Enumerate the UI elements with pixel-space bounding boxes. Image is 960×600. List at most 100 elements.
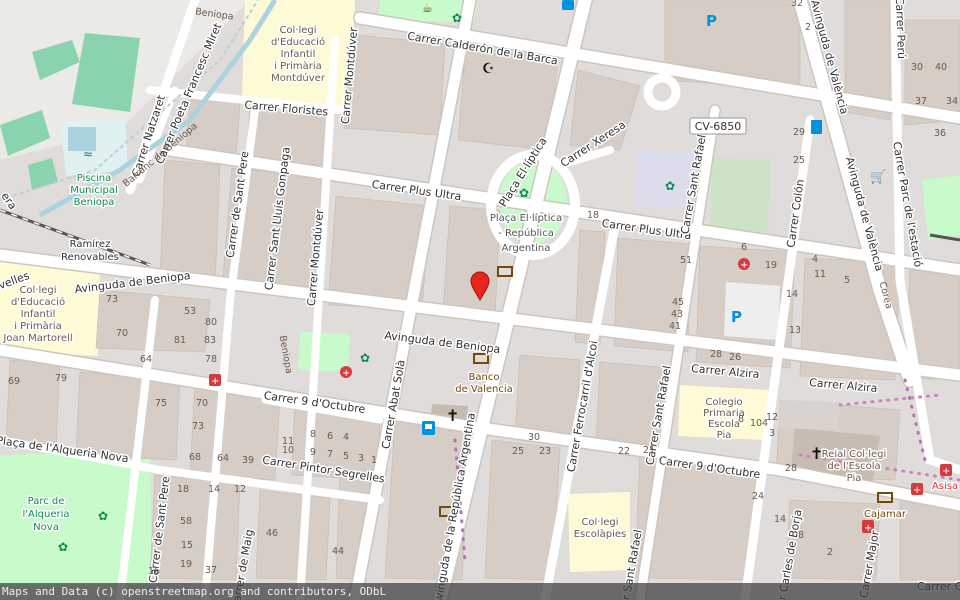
house-number: 73 <box>106 294 118 305</box>
swimming-icon[interactable]: ≈ <box>83 147 93 161</box>
house-number: 5 <box>844 275 850 286</box>
house-number: 4 <box>812 254 818 265</box>
svg-text:☕: ☕ <box>422 1 433 15</box>
svg-text:P: P <box>731 308 742 326</box>
bank-label: Banco <box>469 372 500 383</box>
school-label: de l'Escola <box>827 461 880 472</box>
svg-text:✿: ✿ <box>98 509 108 523</box>
school-label: d'Educació <box>271 36 325 48</box>
house-number: 39 <box>242 455 254 466</box>
svg-text:+: + <box>942 466 950 477</box>
svg-text:+: + <box>342 368 350 379</box>
park-label: l'Alqueria <box>22 509 69 520</box>
house-number: 24 <box>752 491 764 502</box>
house-number: 75 <box>155 398 167 409</box>
school-label: Infantil <box>21 309 56 320</box>
pool-label: Municipal <box>70 185 118 196</box>
parking-icon[interactable]: P <box>731 308 742 326</box>
school-label: i Primària <box>14 320 62 332</box>
playground-icon[interactable]: ✿ <box>665 179 675 193</box>
parking-icon[interactable]: P <box>706 12 717 30</box>
house-number: 64 <box>140 354 152 365</box>
house-number: 16 <box>148 566 160 577</box>
house-number: 25 <box>793 155 805 166</box>
house-number: 9 <box>310 447 316 458</box>
house-number: 23 <box>539 446 551 457</box>
house-number: 4 <box>762 418 768 429</box>
school-label: Joan Martorell <box>2 333 72 344</box>
green-area <box>922 175 960 240</box>
mosque-icon[interactable]: ☪ <box>482 61 495 77</box>
house-number: 10 <box>750 418 762 429</box>
house-number: 32 <box>791 0 803 9</box>
map-attribution: Maps and Data (c) openstreetmap.org and … <box>0 583 960 600</box>
house-number: 28 <box>710 349 722 360</box>
school-label: Reial Col·legi <box>822 449 887 460</box>
svg-text:✿: ✿ <box>452 11 462 25</box>
playground-icon[interactable]: ✿ <box>452 11 462 25</box>
house-number: 44 <box>332 546 344 557</box>
house-number: 15 <box>181 540 193 551</box>
pharmacy-icon[interactable]: + <box>209 374 221 387</box>
house-number: 3 <box>358 453 364 464</box>
svg-text:🛒: 🛒 <box>870 169 886 185</box>
house-number: 78 <box>205 354 217 365</box>
shop-icon[interactable]: 🛒 <box>870 169 886 185</box>
house-number: 4 <box>343 432 349 443</box>
house-number: 58 <box>180 516 192 527</box>
svg-text:☪: ☪ <box>482 61 495 77</box>
house-number: 19 <box>765 260 777 271</box>
svg-text:✿: ✿ <box>665 179 675 193</box>
parking-area <box>778 400 840 430</box>
bus-stop-icon[interactable] <box>562 0 574 10</box>
house-number: 6 <box>741 242 747 253</box>
green-area <box>710 158 770 232</box>
playground-icon[interactable]: ☕ <box>422 1 433 15</box>
svg-text:+: + <box>740 260 748 271</box>
school-label: Escola <box>708 419 740 430</box>
house-number: 70 <box>116 328 128 339</box>
clinic-label: Asisa <box>932 481 958 492</box>
park-area <box>298 332 350 372</box>
house-number: 28 <box>785 463 797 474</box>
plaza-label: Plaça El·líptica <box>490 212 562 224</box>
house-number: 19 <box>180 559 192 570</box>
school-label: d'Educació <box>11 296 65 308</box>
house-number: 18 <box>177 484 189 495</box>
pharmacy-icon[interactable]: + <box>911 483 923 496</box>
map-svg[interactable]: P P ☪ ✝ ✝ + + + + + + 🛒 ✿ ✿ ✿ ✿ ✿ ✿ ≈ ☕ … <box>0 0 960 600</box>
house-number: 30 <box>911 62 923 73</box>
pharmacy-icon[interactable]: + <box>738 258 750 271</box>
house-number: 1 <box>371 455 377 466</box>
school-label: Col·legi <box>581 517 618 528</box>
pharmacy-icon[interactable]: + <box>940 464 952 477</box>
playground-icon[interactable]: ✿ <box>360 351 370 365</box>
bus-stop-icon[interactable] <box>422 421 435 435</box>
svg-text:+: + <box>211 376 219 387</box>
house-number: 7 <box>327 449 333 460</box>
shop-label: Ramírez <box>70 238 111 250</box>
pool-label: Beniopa <box>74 197 115 208</box>
playground-icon[interactable]: ✿ <box>58 540 68 554</box>
house-number: 11 <box>814 269 826 280</box>
church-icon[interactable]: ✝ <box>446 406 459 425</box>
shop-label: Renovables <box>61 252 119 263</box>
map-canvas[interactable]: P P ☪ ✝ ✝ + + + + + + 🛒 ✿ ✿ ✿ ✿ ✿ ✿ ≈ ☕ … <box>0 0 960 600</box>
house-number: 21 <box>643 445 655 456</box>
playground-icon[interactable]: ✿ <box>98 509 108 523</box>
house-number: 40 <box>935 62 947 73</box>
house-number: 8 <box>798 530 804 541</box>
pharmacy-icon[interactable]: + <box>340 366 352 379</box>
house-number: 2 <box>805 22 811 33</box>
school-label: Col·legi <box>19 285 56 296</box>
house-number: 73 <box>192 421 204 432</box>
park-label: Parc de <box>28 496 65 507</box>
house-number: 51 <box>680 255 692 266</box>
school-label: Montdúver <box>271 72 326 84</box>
svg-text:+: + <box>913 485 921 496</box>
fuel-icon[interactable] <box>811 120 822 134</box>
house-number: 8 <box>310 429 316 440</box>
house-number: 8 <box>738 414 744 425</box>
house-number: 6 <box>327 431 333 442</box>
house-number: 81 <box>174 335 186 346</box>
